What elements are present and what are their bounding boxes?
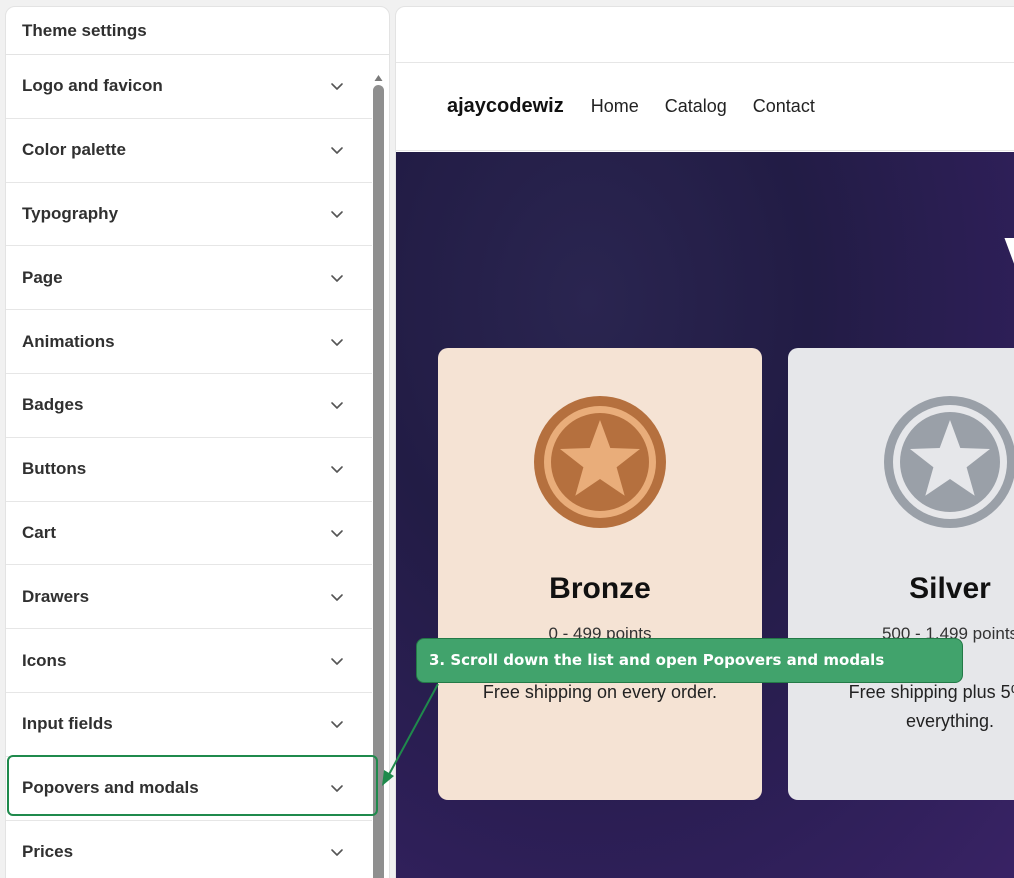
- chevron-down-icon: [331, 402, 343, 410]
- chevron-down-icon: [331, 530, 343, 537]
- settings-item-popovers-and-modals[interactable]: Popovers and modals: [6, 757, 372, 821]
- settings-item-label: Input fields: [22, 714, 113, 734]
- chevron-down-icon: [331, 274, 343, 282]
- chevron-down-icon: [331, 466, 343, 473]
- settings-item-label: Popovers and modals: [22, 778, 199, 798]
- settings-item-drawers[interactable]: Drawers: [6, 565, 372, 630]
- chevron-down-icon: [331, 721, 343, 729]
- settings-item-label: Color palette: [22, 140, 126, 160]
- store-header: ajaycodewiz Home Catalog Contact: [396, 63, 1014, 151]
- chevron-down-icon: [331, 147, 343, 154]
- settings-item-animations[interactable]: Animations: [6, 310, 372, 374]
- settings-item-input-fields[interactable]: Input fields: [6, 693, 372, 757]
- preview-toolbar: [396, 7, 1014, 63]
- settings-item-prices[interactable]: Prices: [6, 821, 372, 878]
- nav-link-catalog[interactable]: Catalog: [665, 96, 727, 117]
- tutorial-callout: 3. Scroll down the list and open Popover…: [416, 638, 963, 683]
- settings-list: Logo and favicon Color palette Typograph…: [6, 55, 372, 878]
- settings-item-label: Cart: [22, 522, 57, 542]
- chevron-down-icon: [331, 849, 343, 856]
- tier-name: Silver: [909, 572, 991, 605]
- tier-card-bronze: Bronze 0 - 499 points Free shipping on e…: [438, 348, 762, 800]
- settings-item-label: Logo and favicon: [22, 76, 163, 96]
- settings-item-cart[interactable]: Cart: [6, 502, 372, 566]
- nav-link-home[interactable]: Home: [591, 96, 639, 117]
- store-preview: ajaycodewiz Home Catalog Contact V Bronz…: [395, 6, 1014, 878]
- settings-item-label: Prices: [22, 841, 74, 861]
- settings-item-label: Typography: [22, 203, 119, 223]
- panel-title: Theme settings: [6, 7, 389, 55]
- settings-item-label: Buttons: [22, 459, 87, 479]
- hero-heading: V: [1004, 222, 1014, 302]
- settings-item-label: Drawers: [22, 586, 90, 606]
- settings-item-logo-and-favicon[interactable]: Logo and favicon: [6, 55, 372, 119]
- chevron-down-icon: [331, 657, 343, 665]
- nav-link-contact[interactable]: Contact: [753, 96, 815, 117]
- settings-item-label: Page: [22, 267, 63, 287]
- hero-section: V Bronze 0 - 499 points Free shipping on…: [396, 152, 1014, 878]
- tier-card-silver: Silver 500 - 1,499 points Free shipping …: [788, 348, 1014, 800]
- settings-item-label: Badges: [22, 395, 84, 415]
- chevron-down-icon: [331, 785, 343, 792]
- chevron-down-icon: [331, 593, 343, 601]
- settings-item-label: Animations: [22, 331, 115, 351]
- settings-item-typography[interactable]: Typography: [6, 183, 372, 247]
- silver-medal-icon: [884, 396, 1014, 528]
- settings-item-label: Icons: [22, 650, 67, 670]
- tier-name: Bronze: [549, 572, 651, 605]
- tier-description: Free shipping plus 5% off everything.: [848, 682, 1014, 731]
- settings-item-page[interactable]: Page: [6, 246, 372, 311]
- chevron-down-icon: [331, 83, 343, 91]
- chevron-down-icon: [331, 338, 343, 346]
- theme-settings-panel: Theme settings Logo and favicon Color pa…: [5, 6, 390, 878]
- settings-item-color-palette[interactable]: Color palette: [6, 119, 372, 183]
- settings-item-icons[interactable]: Icons: [6, 629, 372, 693]
- store-logo[interactable]: ajaycodewiz: [447, 95, 564, 118]
- scroll-up-arrow-icon[interactable]: [373, 73, 384, 83]
- settings-item-badges[interactable]: Badges: [6, 374, 372, 438]
- chevron-down-icon: [331, 211, 343, 218]
- settings-item-buttons[interactable]: Buttons: [6, 438, 372, 502]
- callout-arrow-icon: [382, 683, 439, 786]
- bronze-medal-icon: [534, 396, 666, 528]
